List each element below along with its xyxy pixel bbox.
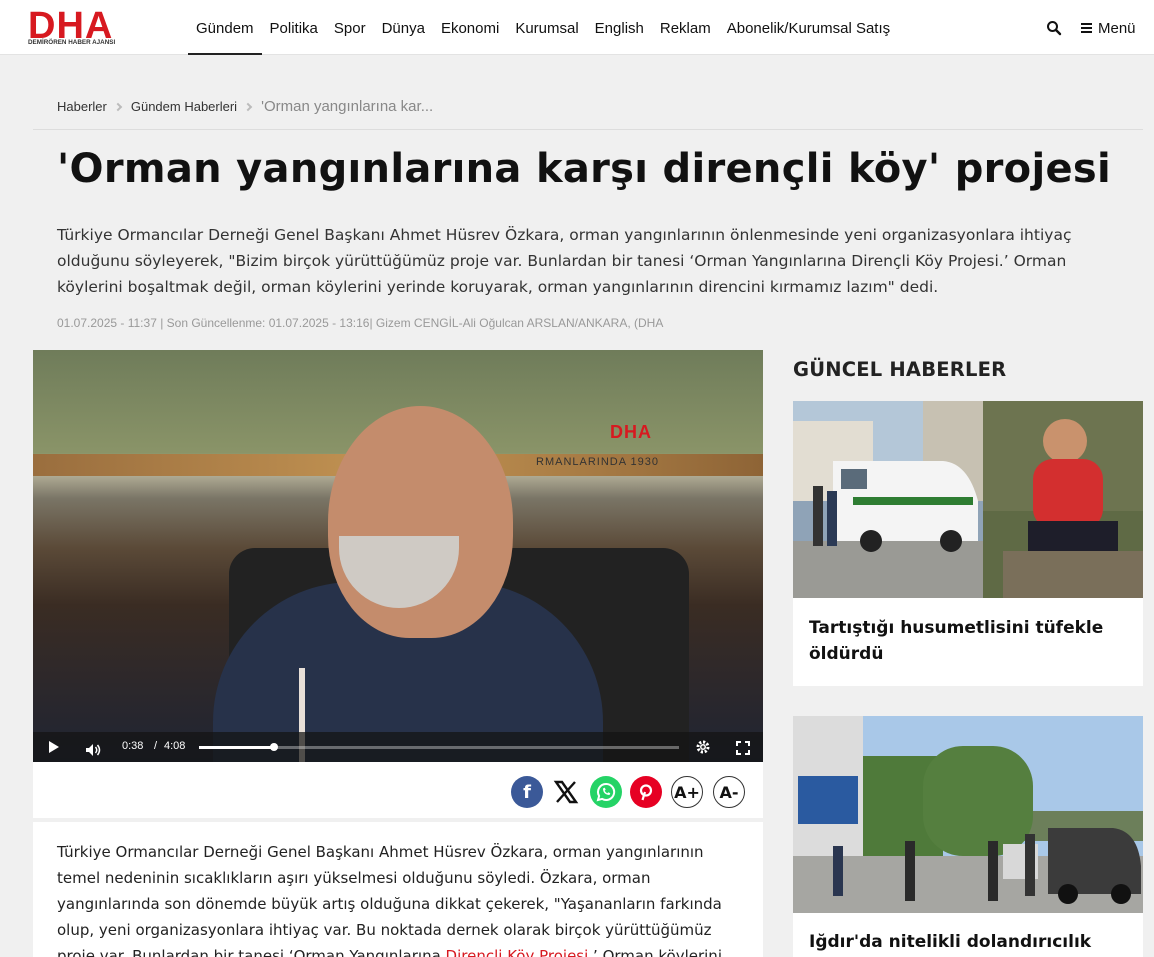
article-paragraph: Türkiye Ormancılar Derneği Genel Başkanı… <box>57 839 737 957</box>
pinterest-icon[interactable] <box>630 776 662 808</box>
settings-gear-icon[interactable] <box>695 739 711 755</box>
menu-button[interactable]: Menü <box>1081 19 1136 37</box>
logo-subtitle: DEMİRÖREN HABER AJANSI <box>28 39 116 46</box>
play-icon[interactable] <box>49 741 59 753</box>
article-meta: 01.07.2025 - 11:37 | Son Güncellenme: 01… <box>57 316 664 330</box>
nav-item-kurumsal[interactable]: Kurumsal <box>507 0 586 55</box>
breadcrumb: Haberler Gündem Haberleri 'Orman yangınl… <box>57 98 433 115</box>
article-summary: Türkiye Ormancılar Derneği Genel Başkanı… <box>57 226 1072 296</box>
nav-item-dunya[interactable]: Dünya <box>374 0 433 55</box>
share-bar: f A+ A- <box>33 762 763 818</box>
chevron-right-icon <box>113 102 123 111</box>
painting-caption: RMANLARINDA 1930 <box>536 456 659 468</box>
nav-item-ekonomi[interactable]: Ekonomi <box>433 0 507 55</box>
news-card-headline[interactable]: Iğdır'da nitelikli dolandırıcılık <box>809 929 1129 955</box>
chevron-right-icon <box>243 102 253 111</box>
whatsapp-icon[interactable] <box>590 776 622 808</box>
article-link-direncli-koy[interactable]: Dirençli Köy Projesi <box>446 947 589 957</box>
video-progress-bar[interactable] <box>199 743 679 751</box>
main-nav: Gündem Politika Spor Dünya Ekonomi Kurum… <box>188 0 898 55</box>
font-increase-icon[interactable]: A+ <box>671 776 703 808</box>
nav-item-reklam[interactable]: Reklam <box>652 0 719 55</box>
article-title: 'Orman yangınlarına karşı dirençli köy' … <box>57 146 1112 192</box>
dha-logo[interactable]: DHA DEMİRÖREN HABER AJANSI <box>28 6 146 50</box>
article-text: Türkiye Ormancılar Derneği Genel Başkanı… <box>57 843 722 957</box>
news-card-image <box>793 401 1143 598</box>
nav-item-spor[interactable]: Spor <box>326 0 374 55</box>
nav-item-english[interactable]: English <box>587 0 652 55</box>
video-progress-knob[interactable] <box>269 743 278 751</box>
fullscreen-icon[interactable] <box>736 740 750 755</box>
font-decrease-icon[interactable]: A- <box>713 776 745 808</box>
font-increase-label: A+ <box>674 782 700 802</box>
video-time-separator: / <box>154 740 158 752</box>
breadcrumb-current: 'Orman yangınlarına kar... <box>261 98 434 115</box>
breadcrumb-haberler[interactable]: Haberler <box>57 99 107 114</box>
sidebar-title: GÜNCEL HABERLER <box>793 358 1007 381</box>
facebook-icon[interactable]: f <box>511 776 543 808</box>
volume-icon[interactable] <box>86 741 102 756</box>
menu-label: Menü <box>1098 19 1136 37</box>
video-duration: 4:08 <box>164 740 186 752</box>
video-watermark: DHA <box>610 422 652 442</box>
video-progress-fill <box>199 746 274 749</box>
news-card[interactable]: Iğdır'da nitelikli dolandırıcılık <box>793 716 1143 957</box>
nav-item-politika[interactable]: Politika <box>262 0 326 55</box>
hamburger-icon <box>1081 23 1092 33</box>
nav-item-abonelik[interactable]: Abonelik/Kurumsal Satış <box>719 0 898 55</box>
font-decrease-label: A- <box>719 782 739 802</box>
divider <box>33 129 1143 130</box>
video-controls: 0:38 / 4:08 <box>33 732 763 762</box>
top-navigation-bar: DHA DEMİRÖREN HABER AJANSI Gündem Politi… <box>0 0 1154 55</box>
video-current-time: 0:38 <box>122 740 144 752</box>
news-card[interactable]: Tartıştığı husumetlisini tüfekle öldürdü <box>793 401 1143 686</box>
nav-item-gundem[interactable]: Gündem <box>188 0 262 55</box>
article-text-continued: .’ Orman köylerini <box>588 947 722 957</box>
x-icon[interactable] <box>550 776 582 808</box>
search-icon[interactable] <box>1046 20 1062 36</box>
news-card-headline[interactable]: Tartıştığı husumetlisini tüfekle öldürdü <box>809 615 1129 667</box>
breadcrumb-gundem-haberleri[interactable]: Gündem Haberleri <box>131 99 237 114</box>
article-body: Türkiye Ormancılar Derneği Genel Başkanı… <box>33 822 763 957</box>
video-player[interactable]: DHA RMANLARINDA 1930 0:38 / 4:08 <box>33 350 763 762</box>
news-card-image <box>793 716 1143 913</box>
